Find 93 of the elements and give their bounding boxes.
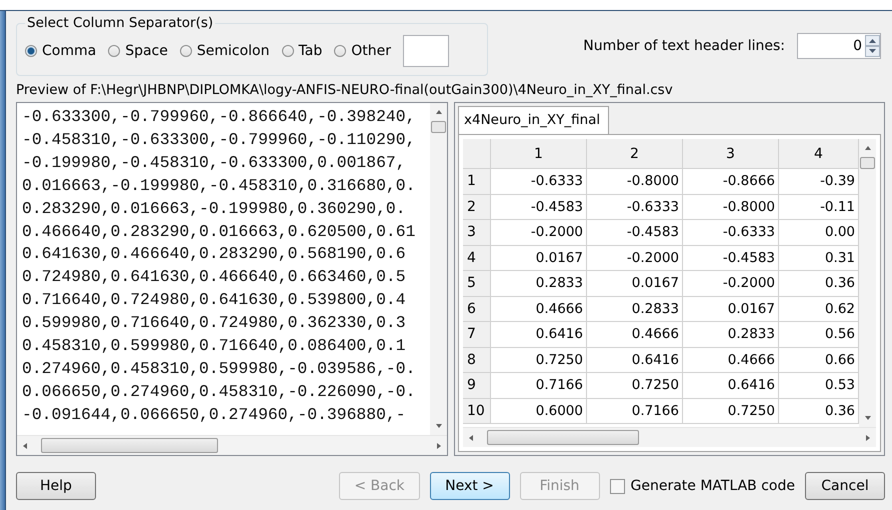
row-header[interactable]: 1 <box>463 169 491 194</box>
scroll-thumb[interactable] <box>860 157 875 169</box>
scroll-thumb[interactable] <box>41 438 218 453</box>
preview-line: -0.199980,-0.458310,-0.633300,0.001867, <box>22 152 407 174</box>
preview-text-area[interactable] <box>16 102 448 456</box>
scroll-up-icon[interactable] <box>434 108 442 116</box>
table-cell: 0.2833 <box>491 271 587 296</box>
row-header[interactable]: 4 <box>463 246 491 271</box>
checkbox-label: Generate MATLAB code <box>630 478 795 494</box>
row-header[interactable]: 8 <box>463 348 491 373</box>
column-header[interactable]: 3 <box>683 139 779 169</box>
table-cell: 0.7166 <box>587 398 683 424</box>
table-cell: 0.4666 <box>683 348 779 373</box>
table-cell: -0.4583 <box>587 220 683 246</box>
table-cell: 0.6416 <box>587 348 683 373</box>
separator-radio[interactable]: Semicolon <box>180 43 270 59</box>
other-separator-field[interactable] <box>402 35 449 67</box>
preview-title: Preview of F:\Hegr\JHBNP\DIPLOMKA\logy-ANFIS-NEURO-final(outGain300)\4Neuro_in_XY_final.csv <box>16 82 674 98</box>
scroll-thumb[interactable] <box>431 121 446 133</box>
row-header[interactable]: 10 <box>463 398 491 424</box>
table-cell: -0.8666 <box>683 169 779 194</box>
header-lines-label: Number of text header lines: <box>583 38 785 54</box>
preview-line: 0.599980,0.716640,0.724980,0.362330,0.3 <box>22 312 407 334</box>
table-cell: 0.6000 <box>491 398 587 424</box>
preview-line: -0.633300,-0.799960,-0.866640,-0.398240, <box>22 106 416 128</box>
sheet-tab[interactable]: x4Neuro_in_XY_final <box>458 106 610 134</box>
table-cell: -0.8000 <box>587 169 683 194</box>
table-cell: 0.0167 <box>587 271 683 296</box>
row-header[interactable]: 3 <box>463 220 491 246</box>
preview-line: 0.716640,0.724980,0.641630,0.539800,0.4 <box>22 289 407 312</box>
header-lines-spinner[interactable]: 0 <box>797 32 881 58</box>
separator-radio[interactable]: Comma <box>25 43 96 59</box>
scroll-right-icon[interactable] <box>864 434 872 442</box>
dialog-button[interactable]: Help <box>16 472 96 500</box>
table-cell: 0.7250 <box>491 348 587 373</box>
preview-line: -0.091644,0.066650,0.274960,-0.396880,- <box>22 404 407 426</box>
row-header[interactable]: 2 <box>463 194 491 220</box>
table-cell: 0.7250 <box>683 398 779 424</box>
spin-arrows-icon[interactable] <box>865 34 880 56</box>
vertical-scrollbar[interactable] <box>859 139 876 427</box>
scroll-thumb[interactable] <box>487 430 639 445</box>
table-cell: -0.8000 <box>683 194 779 220</box>
table-cell: 0.0167 <box>683 296 779 322</box>
preview-line: 0.724980,0.641630,0.466640,0.663460,0.5 <box>22 266 407 288</box>
row-header[interactable]: 5 <box>463 271 491 296</box>
group-title: Select Column Separator(s) <box>26 15 214 31</box>
scroll-left-icon[interactable] <box>21 442 29 450</box>
preview-line: 0.283290,0.016663,-0.199980,0.360290,0. <box>22 198 407 220</box>
table-cell: 0.7166 <box>491 373 587 398</box>
table-cell: 0.2833 <box>683 322 779 348</box>
table-cell: 0.2833 <box>587 296 683 322</box>
horizontal-scrollbar[interactable] <box>17 435 447 455</box>
preview-line: -0.458310,-0.633300,-0.799960,-0.110290, <box>22 128 416 151</box>
table-cell: -0.6333 <box>491 169 587 194</box>
table-cell: -0.4583 <box>491 194 587 220</box>
horizontal-scrollbar[interactable] <box>463 427 876 447</box>
row-header[interactable]: 6 <box>463 296 491 322</box>
preview-line: 0.466640,0.283290,0.016663,0.620500,0.61 <box>22 220 416 243</box>
scroll-down-icon[interactable] <box>434 422 442 430</box>
table-cell: 0.4666 <box>587 322 683 348</box>
scroll-down-icon[interactable] <box>864 414 872 422</box>
row-header[interactable]: 7 <box>463 322 491 348</box>
preview-line: 0.641630,0.466640,0.283290,0.568190,0.6 <box>22 243 407 266</box>
preview-line: 0.274960,0.458310,0.599980,-0.039586,-0. <box>22 358 416 380</box>
table-cell: 0.6416 <box>683 373 779 398</box>
separator-radio[interactable]: Other <box>334 43 391 59</box>
table-cell: -0.2000 <box>587 246 683 271</box>
scroll-left-icon[interactable] <box>467 434 475 442</box>
row-header[interactable]: 9 <box>463 373 491 398</box>
preview-line: 0.458310,0.599980,0.716640,0.086400,0.1 <box>22 335 407 358</box>
column-header[interactable]: 1 <box>491 139 587 169</box>
corner-cell <box>463 139 491 169</box>
table-cell: 0.0167 <box>491 246 587 271</box>
column-header[interactable]: 4 <box>779 139 859 169</box>
scroll-right-icon[interactable] <box>435 442 443 450</box>
table-cell: 0.6416 <box>491 322 587 348</box>
table-cell: -0.6333 <box>587 194 683 220</box>
vertical-scrollbar[interactable] <box>430 103 447 435</box>
table-cell: -0.2000 <box>683 271 779 296</box>
separator-radio[interactable]: Tab <box>282 43 322 59</box>
checkbox[interactable] <box>610 478 625 494</box>
dialog-button[interactable]: Next > <box>430 472 510 500</box>
column-header[interactable]: 2 <box>587 139 683 169</box>
separator-radio[interactable]: Space <box>108 43 168 59</box>
dialog-button[interactable]: Cancel <box>805 472 885 500</box>
table-cell: -0.4583 <box>683 246 779 271</box>
preview-line: 0.016663,-0.199980,-0.458310,0.316680,0. <box>22 174 416 197</box>
table-cell: -0.6333 <box>683 220 779 246</box>
scroll-up-icon[interactable] <box>864 144 872 152</box>
table-cell: 0.7250 <box>587 373 683 398</box>
preview-line: 0.066650,0.274960,0.458310,-0.226090,-0. <box>22 380 416 403</box>
table-cell: 0.4666 <box>491 296 587 322</box>
table-cell: -0.2000 <box>491 220 587 246</box>
